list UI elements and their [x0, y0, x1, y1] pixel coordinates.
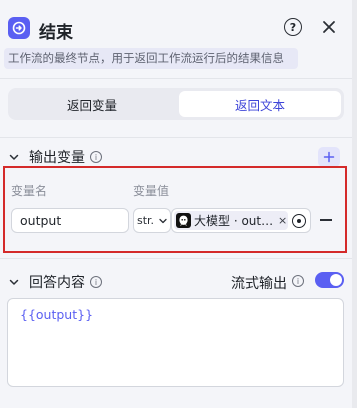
column-label-name: 变量名 — [11, 184, 48, 198]
divider — [0, 137, 352, 138]
scrollbar[interactable] — [352, 0, 357, 408]
stream-output-toggle[interactable] — [315, 272, 344, 288]
llm-model-icon — [176, 213, 191, 228]
page-title: 结束 — [39, 23, 73, 43]
output-section-header[interactable]: 输出变量 i — [8, 147, 102, 167]
tab-return-text[interactable]: 返回文本 — [179, 91, 341, 117]
end-node-panel: 结束 ? 工作流的最终节点，用于返回工作流运行后的结果信息 返回变量 返回文本 … — [0, 0, 352, 408]
return-mode-tabs: 返回变量 返回文本 — [8, 88, 344, 120]
divider — [0, 78, 352, 79]
chevron-down-icon — [8, 151, 20, 163]
answer-section-header[interactable]: 回答内容 i — [8, 272, 102, 292]
variable-type-select[interactable]: str. — [133, 208, 171, 233]
question-icon: ? — [289, 20, 297, 34]
tab-return-variable[interactable]: 返回变量 — [11, 91, 173, 117]
answer-section-title: 回答内容 — [29, 275, 85, 291]
close-icon — [323, 21, 335, 33]
variable-type-value: str. — [137, 214, 155, 227]
output-section-title: 输出变量 — [29, 150, 85, 166]
info-icon[interactable]: i — [292, 275, 304, 287]
plus-icon — [323, 151, 335, 163]
reference-chip-label: 大模型 · out… — [194, 214, 274, 228]
answer-content-textarea[interactable]: {{output}} — [7, 298, 344, 387]
panel-header: 结束 ? — [0, 0, 352, 52]
info-icon[interactable]: i — [90, 151, 102, 163]
toggle-knob — [330, 274, 342, 286]
help-button[interactable]: ? — [284, 18, 302, 36]
end-node-icon — [8, 17, 30, 39]
reference-chip[interactable]: 大模型 · out… × — [174, 211, 288, 230]
column-label-value: 变量值 — [133, 184, 170, 198]
stream-output-label: 流式输出 — [231, 276, 287, 292]
variable-value-reference[interactable]: 大模型 · out… × — [171, 208, 311, 233]
add-variable-button[interactable] — [318, 147, 340, 167]
chip-remove-icon[interactable]: × — [278, 214, 287, 227]
chevron-down-icon — [159, 218, 167, 223]
answer-content-text: {{output}} — [20, 307, 94, 322]
target-icon[interactable] — [292, 214, 306, 228]
divider — [0, 258, 352, 259]
variable-name-value: output — [20, 213, 62, 228]
node-description: 工作流的最终节点，用于返回工作流运行后的结果信息 — [4, 48, 298, 69]
info-icon[interactable]: i — [90, 276, 102, 288]
variable-name-input[interactable]: output — [11, 208, 129, 233]
close-button[interactable] — [319, 17, 339, 37]
chevron-down-icon — [8, 276, 20, 288]
remove-variable-button[interactable] — [320, 219, 332, 221]
